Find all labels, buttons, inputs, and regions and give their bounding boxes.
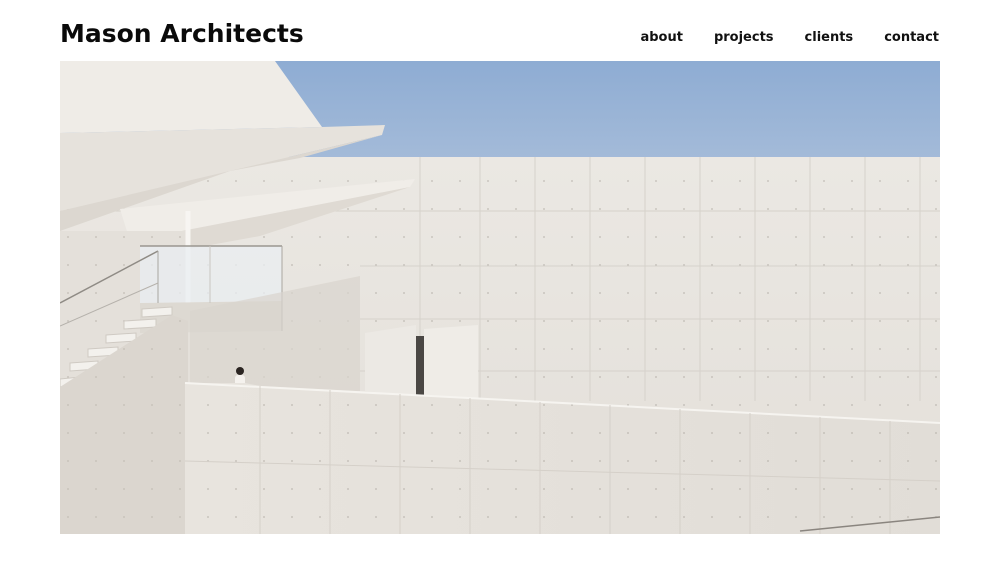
- nav-link-contact[interactable]: contact: [884, 26, 939, 50]
- hero-image: [60, 61, 940, 534]
- nav-link-projects[interactable]: projects: [714, 26, 774, 50]
- nav-link-clients[interactable]: clients: [805, 26, 854, 50]
- nav-link-about[interactable]: about: [640, 26, 682, 50]
- site-logo-title[interactable]: Mason Architects: [60, 14, 304, 54]
- main-nav: about projects clients contact: [640, 26, 939, 50]
- architecture-photo-icon: [60, 61, 940, 534]
- page: Mason Architects about projects clients …: [0, 0, 1000, 582]
